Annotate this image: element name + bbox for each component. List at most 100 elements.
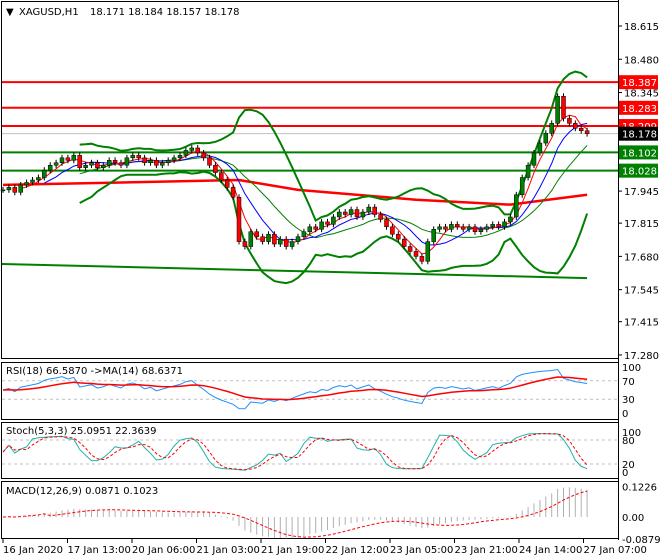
dropdown-triangle-icon[interactable]: ▼ xyxy=(6,7,14,18)
price-tick-label: 18.615 xyxy=(624,22,659,33)
stoch-tick: 0 xyxy=(622,468,628,479)
time-tick-label: 23 Jan 21:00 xyxy=(455,545,518,556)
candle xyxy=(543,132,549,144)
candle xyxy=(348,209,354,215)
price-tick-label: 17.680 xyxy=(624,252,659,263)
candle xyxy=(331,216,336,225)
rsi-label: RSI(18) 66.5870 ->MA(14) 68.6371 xyxy=(6,366,183,377)
price-tick-label: 18.480 xyxy=(624,55,659,66)
candle xyxy=(219,172,224,181)
candle xyxy=(561,95,566,119)
candle xyxy=(165,160,171,164)
candle xyxy=(325,221,330,225)
current-price-text: 18.178 xyxy=(622,130,657,141)
candle xyxy=(567,118,572,124)
candle xyxy=(0,189,6,192)
candle xyxy=(254,231,259,237)
candle xyxy=(366,206,372,213)
candle xyxy=(183,150,189,156)
candle xyxy=(419,256,425,262)
candle xyxy=(584,130,590,134)
candle xyxy=(189,147,195,151)
price-tick-label: 17.815 xyxy=(624,219,659,230)
time-tick-label: 20 Jan 06:00 xyxy=(132,545,195,556)
stoch-tick: 80 xyxy=(622,436,635,447)
candle xyxy=(59,157,65,164)
candle xyxy=(295,236,301,242)
candle xyxy=(378,214,383,220)
candle xyxy=(425,241,431,262)
candle xyxy=(201,152,206,159)
candle xyxy=(519,177,525,196)
candle xyxy=(337,211,342,218)
candle xyxy=(236,196,242,242)
macd-tick: 0.00 xyxy=(622,513,644,524)
candle xyxy=(154,160,159,166)
symbol-label: XAGUSD,H1 xyxy=(19,7,79,18)
time-tick-label: 22 Jan 12:00 xyxy=(326,545,389,556)
rsi-tick: 70 xyxy=(622,377,635,388)
time-tick-label: 17 Jan 13:00 xyxy=(68,545,131,556)
time-tick-label: 16 Jan 2020 xyxy=(3,545,63,556)
candle xyxy=(136,155,141,159)
candle xyxy=(354,209,360,218)
candle xyxy=(272,233,277,245)
candle xyxy=(36,177,41,181)
level-tag-text: 18.387 xyxy=(622,78,657,89)
candle xyxy=(401,238,407,247)
candle xyxy=(490,224,495,228)
candle xyxy=(260,236,265,242)
candle xyxy=(124,157,130,166)
candle xyxy=(289,241,295,247)
candle xyxy=(307,226,313,232)
candle xyxy=(95,162,100,168)
time-tick-label: 21 Jan 19:00 xyxy=(261,545,324,556)
ohlc-values: 18.171 18.184 18.157 18.178 xyxy=(90,7,240,18)
candle xyxy=(53,162,59,166)
candle xyxy=(555,95,560,124)
candle xyxy=(372,206,377,215)
candle xyxy=(171,157,177,161)
candle xyxy=(472,226,478,232)
candle xyxy=(106,160,112,166)
candle xyxy=(514,194,519,218)
candle xyxy=(24,182,29,186)
candle xyxy=(549,123,554,134)
time-tick-label: 24 Jan 14:00 xyxy=(519,545,582,556)
macd-tick: 0.1226 xyxy=(622,482,657,493)
macd-tick: -0.0879 xyxy=(622,535,660,546)
candle xyxy=(578,128,584,131)
candle xyxy=(71,155,77,161)
candle xyxy=(384,219,389,228)
rsi-tick: 100 xyxy=(622,363,641,374)
time-tick-label: 23 Jan 05:00 xyxy=(390,545,453,556)
candle xyxy=(313,226,318,230)
candle xyxy=(47,164,53,171)
candle xyxy=(537,142,543,154)
candle xyxy=(160,162,165,166)
candle xyxy=(283,238,289,247)
price-tick-label: 17.945 xyxy=(624,187,659,198)
candle xyxy=(266,233,271,242)
candle xyxy=(437,226,442,230)
candle xyxy=(177,155,183,159)
candle xyxy=(431,229,436,242)
candle xyxy=(142,157,147,164)
candle xyxy=(118,162,124,166)
price-chart[interactable]: 18.38718.28318.20918.10218.02818.17818.6… xyxy=(0,0,660,560)
level-tag-text: 18.102 xyxy=(622,148,657,159)
candle xyxy=(6,187,12,191)
candle xyxy=(30,179,35,183)
candle xyxy=(466,226,472,230)
candle xyxy=(455,224,460,228)
level-tag-text: 18.283 xyxy=(622,104,657,115)
rsi-tick: 30 xyxy=(622,395,635,406)
candle xyxy=(443,226,448,230)
stoch-label: Stoch(5,3,3) 25.0951 22.3639 xyxy=(6,426,157,437)
candle xyxy=(525,164,531,178)
price-tick-label: 17.415 xyxy=(624,318,659,329)
candle xyxy=(413,251,419,257)
candle xyxy=(77,155,82,168)
candle xyxy=(390,226,395,235)
candle xyxy=(301,231,307,237)
